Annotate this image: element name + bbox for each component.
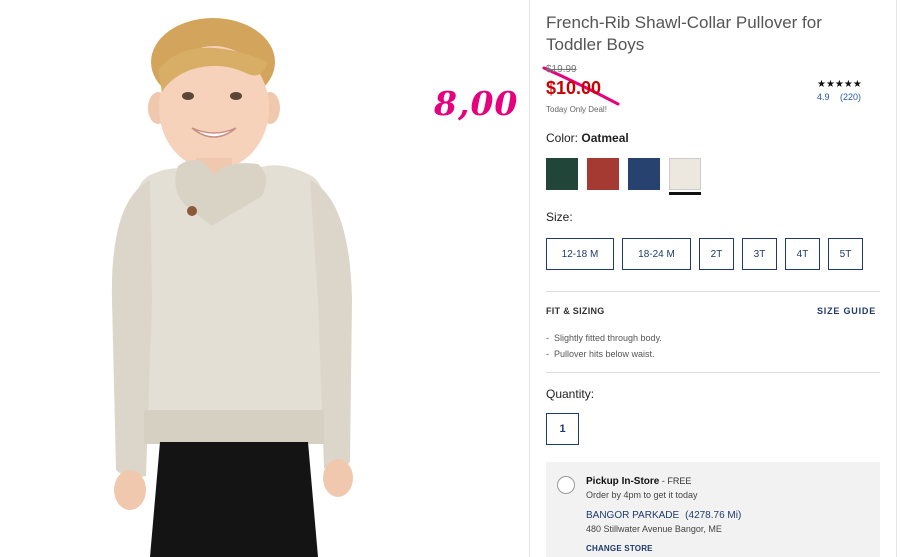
divider [546, 291, 880, 292]
pickup-title: Pickup In-Store - FREE [586, 476, 692, 487]
store-address: 480 Stillwater Avenue Bangor, ME [586, 524, 722, 534]
color-label: Color: Oatmeal [546, 131, 629, 145]
size-option-2t[interactable]: 2T [699, 238, 734, 270]
size-label: Size: [546, 210, 573, 224]
rating-count[interactable]: (220) [840, 92, 861, 102]
pickup-subtitle: Order by 4pm to get it today [586, 490, 698, 500]
swatch-green[interactable] [546, 158, 578, 190]
rating-stars-icon: ★★★★★ [817, 79, 862, 90]
deal-label: Today Only Deal! [546, 105, 607, 114]
swatch-navy[interactable] [628, 158, 660, 190]
change-store-link[interactable]: CHANGE STORE [586, 544, 653, 553]
rating-score: 4.9 [817, 92, 830, 102]
swatch-red[interactable] [587, 158, 619, 190]
size-option-4t[interactable]: 4T [785, 238, 820, 270]
size-option-3t[interactable]: 3T [742, 238, 777, 270]
fit-bullets: - Slightly fitted through body. - Pullov… [546, 330, 662, 362]
rating-summary[interactable]: ★★★★★ 4.9 (220) [817, 79, 877, 102]
product-image [0, 0, 418, 557]
size-options: 12-18 M 18-24 M 2T 3T 4T 5T [546, 238, 863, 270]
color-swatches [546, 158, 701, 195]
size-option-5t[interactable]: 5T [828, 238, 863, 270]
fit-sizing-heading: FIT & SIZING [546, 306, 605, 316]
quantity-select[interactable]: 1 [546, 413, 579, 445]
list-item: - Slightly fitted through body. [546, 333, 662, 343]
store-name[interactable]: BANGOR PARKADE (4278.76 Mi) [586, 510, 741, 521]
size-option-18-24m[interactable]: 18-24 M [622, 238, 691, 270]
handwritten-price-annotation: 8,00 [434, 84, 519, 123]
swatch-oatmeal[interactable] [669, 158, 701, 195]
size-guide-link[interactable]: SIZE GUIDE [817, 306, 876, 316]
store-distance: (4278.76 Mi) [685, 510, 742, 521]
original-price: $19.99 [546, 64, 577, 75]
product-title: French-Rib Shawl-Collar Pullover for Tod… [546, 13, 822, 54]
divider [546, 372, 880, 373]
selected-color: Oatmeal [581, 131, 629, 145]
pickup-radio[interactable] [557, 476, 575, 494]
product-details-panel: French-Rib Shawl-Collar Pullover for Tod… [529, 0, 897, 557]
pickup-in-store-option[interactable]: Pickup In-Store - FREE Order by 4pm to g… [546, 462, 880, 557]
quantity-label: Quantity: [546, 387, 595, 401]
list-item: - Pullover hits below waist. [546, 349, 655, 359]
size-option-12-18m[interactable]: 12-18 M [546, 238, 614, 270]
color-label-text: Color: [546, 131, 579, 145]
sale-price: $10.00 [546, 78, 602, 98]
